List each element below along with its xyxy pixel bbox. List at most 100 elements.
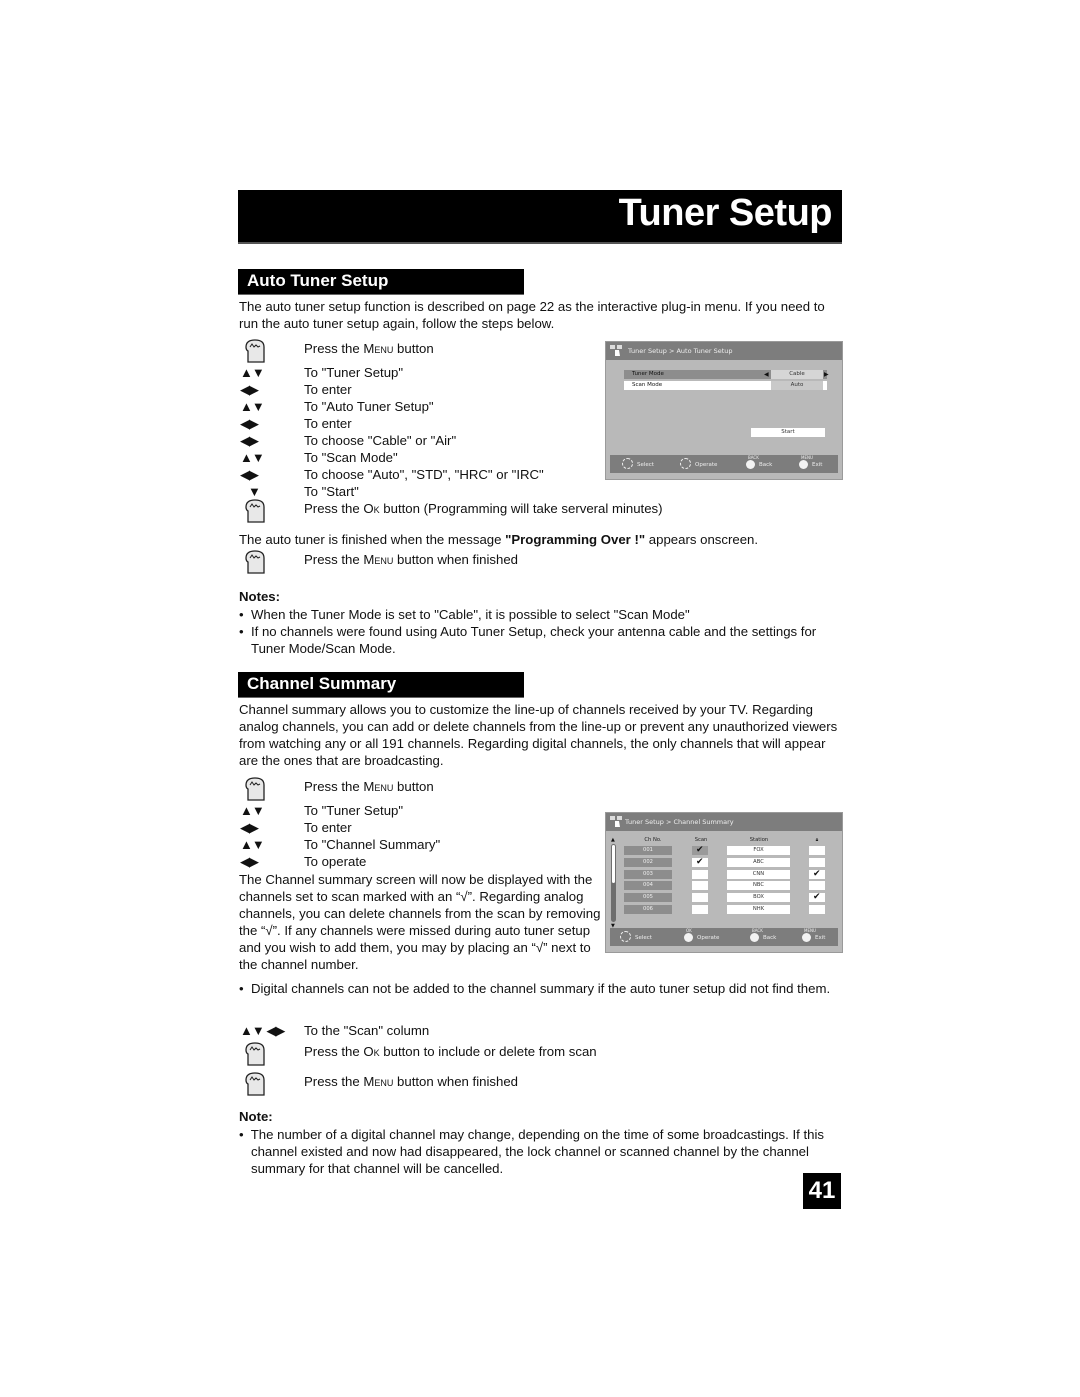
instruction-step: Press the Ok button (Programming will ta… — [240, 499, 840, 523]
tuner-mode-row[interactable]: Tuner Mode ◀ Cable ▶ — [624, 370, 829, 379]
step-text: To choose "Cable" or "Air" — [304, 433, 457, 448]
up-down-arrows-icon: ▲▼ — [240, 399, 265, 414]
column-header-scan: Scan — [694, 837, 708, 843]
up-down-arrows-icon: ▲▼ — [240, 450, 265, 465]
scan-mode-value[interactable]: Auto — [771, 381, 823, 390]
column-header-ch-no: Ch No. — [644, 837, 662, 843]
screen-footer: Select Operate BACK Back MENU Exit — [610, 455, 838, 473]
hint-label: Exit — [815, 935, 826, 941]
left-right-arrows-icon: ◀▶ — [240, 854, 259, 869]
screen-header: Tuner Setup > Channel Summary — [606, 813, 842, 831]
step-text: To "Start" — [304, 484, 359, 499]
note-text: The number of a digital channel may chan… — [250, 1127, 824, 1176]
instruction-step: Press the Menu button when finished — [240, 1072, 840, 1096]
start-button[interactable]: Start — [751, 428, 825, 437]
hand-press-icon — [245, 499, 265, 523]
up-down-arrows-icon: ▲▼ — [240, 803, 265, 818]
scan-checkbox[interactable] — [692, 905, 708, 914]
key-label: Menu — [363, 779, 394, 794]
tuner-mode-value[interactable]: Cable — [771, 370, 823, 379]
note-item: • If no channels were found using Auto T… — [239, 624, 817, 656]
scan-mode-row[interactable]: Scan Mode Auto — [624, 381, 827, 390]
step-text: button (Programming will take serveral m… — [379, 501, 663, 516]
up-down-arrows-icon: ▲▼ — [240, 365, 265, 380]
left-right-arrows-icon: ◀▶ — [240, 382, 259, 397]
screen-breadcrumb: Tuner Setup > Auto Tuner Setup — [628, 347, 733, 355]
step-text: To enter — [304, 416, 352, 431]
step-text: To "Channel Summary" — [304, 837, 441, 852]
lock-checkbox[interactable] — [809, 881, 825, 891]
button-caption: BACK — [748, 455, 759, 460]
hand-press-icon — [245, 550, 265, 574]
left-right-arrows-icon: ◀▶ — [240, 433, 259, 448]
scrollbar[interactable] — [611, 844, 616, 922]
station-name: NHK — [727, 905, 790, 914]
step-text: To the "Scan" column — [304, 1023, 430, 1038]
channel-summary-intro: Channel summary allows you to customize … — [239, 702, 838, 768]
step-text: To choose "Auto", "STD", "HRC" or "IRC" — [304, 467, 544, 482]
scan-mode-label: Scan Mode — [632, 382, 663, 388]
up-down-arrows-icon: ▲▼ — [240, 837, 265, 852]
key-label: Menu — [363, 1074, 394, 1089]
key-label: Menu — [363, 341, 394, 356]
tuner-menu-icon — [610, 816, 622, 827]
step-menu-finish: Press the Menu button when finished — [240, 550, 840, 574]
remote-button-icon — [802, 933, 811, 942]
left-arrow-icon[interactable]: ◀ — [764, 370, 769, 379]
channel-number: 006 — [624, 905, 672, 914]
station-name: BOX — [727, 893, 790, 903]
check-mark-icon: ✔ — [813, 868, 821, 879]
channel-number: 002 — [624, 857, 672, 867]
note-heading: Note: — [239, 1109, 273, 1124]
channel-summary-screen: Tuner Setup > Channel Summary ▲ ▼ Ch No.… — [605, 812, 843, 953]
step-text: To "Tuner Setup" — [304, 365, 404, 380]
step-text: Press the — [304, 1044, 364, 1059]
left-right-arrows-icon: ◀▶ — [240, 820, 259, 835]
tuner-menu-icon — [610, 345, 622, 356]
lock-checkbox[interactable] — [809, 857, 825, 867]
scan-checkbox[interactable] — [692, 881, 708, 891]
step-text: Press the — [304, 779, 364, 794]
auto-tuner-intro: The auto tuner setup function is describ… — [239, 299, 825, 331]
instruction-step: Press the Ok button to include or delete… — [240, 1042, 840, 1066]
digital-channel-note: • Digital channels can not be added to t… — [239, 981, 831, 996]
scrollbar-thumb[interactable] — [612, 845, 615, 883]
key-label: Ok — [363, 1044, 380, 1059]
section-heading-auto-tuner: Auto Tuner Setup — [238, 269, 524, 295]
instruction-step: Press the Menu button — [240, 777, 840, 801]
scroll-up-icon[interactable]: ▲ — [611, 837, 615, 843]
dpad-icon — [680, 458, 691, 469]
note-item: • The number of a digital channel may ch… — [239, 1127, 824, 1176]
hint-label: Select — [635, 935, 652, 941]
scan-checkbox[interactable] — [692, 869, 708, 879]
channel-number: 003 — [624, 869, 672, 879]
dpad-icon — [622, 458, 633, 469]
section-heading-text: Auto Tuner Setup — [247, 271, 389, 290]
all-arrows-icon: ▲▼ ◀▶ — [240, 1023, 285, 1038]
right-arrow-icon[interactable]: ▶ — [824, 370, 829, 379]
lock-checkbox[interactable] — [809, 905, 825, 914]
scan-checkbox[interactable] — [692, 893, 708, 903]
step-text: To enter — [304, 820, 352, 835]
remote-button-icon — [799, 460, 808, 469]
column-header-station: Station — [749, 837, 769, 843]
instruction-step: ▲▼ ◀▶ To the "Scan" column — [240, 1022, 840, 1039]
screen-breadcrumb: Tuner Setup > Channel Summary — [625, 818, 734, 826]
notes-heading: Notes: — [239, 589, 281, 604]
left-right-arrows-icon: ◀▶ — [240, 467, 259, 482]
note-text: When the Tuner Mode is set to "Cable", i… — [250, 607, 690, 622]
station-name: ABC — [727, 857, 790, 867]
lock-checkbox[interactable] — [809, 846, 825, 855]
instruction-step: ▼ To "Start" — [240, 483, 840, 500]
button-caption: BACK — [752, 928, 763, 933]
button-caption: MENU — [804, 928, 816, 933]
finish-text-pre: The auto tuner is finished when the mess… — [239, 532, 506, 547]
button-caption: OK — [686, 928, 692, 933]
step-text: button — [393, 341, 434, 356]
left-right-arrows-icon: ◀▶ — [240, 416, 259, 431]
step-text: Press the — [304, 1074, 364, 1089]
remote-button-icon — [746, 460, 755, 469]
note-text: Digital channels can not be added to the… — [250, 981, 831, 996]
hint-label: Operate — [695, 462, 718, 468]
hint-label: Exit — [812, 462, 823, 468]
